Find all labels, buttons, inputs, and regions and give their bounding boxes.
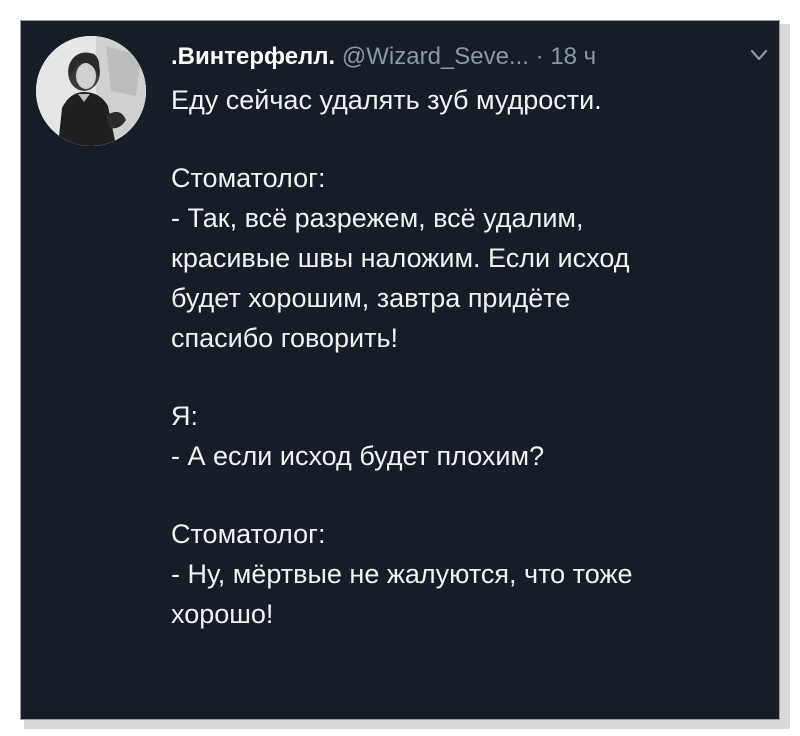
user-avatar-icon <box>36 36 146 146</box>
image-frame: .Винтерфелл. @Wizard_Seve... · 18 ч Еду … <box>0 0 800 736</box>
text-line: Стоматолог: <box>171 163 326 193</box>
text-line: - Ну, мёртвые не жалуются, что тоже <box>171 559 633 589</box>
text-line: Я: <box>171 401 198 431</box>
text-line: Стоматолог: <box>171 519 326 549</box>
text-line: спасибо говорить! <box>171 323 399 353</box>
text-line: красивые швы наложим. Если исход <box>171 243 630 273</box>
text-line: - Так, всё разрежем, всё удалим, <box>171 203 584 233</box>
text-line: хорошо! <box>171 599 274 629</box>
text-line: - А если исход будет плохим? <box>171 441 545 471</box>
author-name[interactable]: .Винтерфелл. <box>171 43 335 70</box>
text-line: Еду сейчас удалять зуб мудрости. <box>171 85 602 115</box>
avatar[interactable] <box>36 36 146 146</box>
timestamp[interactable]: 18 ч <box>550 43 596 70</box>
tweet-text: Еду сейчас удалять зуб мудрости. Стомато… <box>171 80 761 634</box>
tweet-header: .Винтерфелл. @Wizard_Seve... · 18 ч <box>171 42 596 72</box>
separator-dot: · <box>535 43 544 70</box>
chevron-down-icon[interactable] <box>748 44 770 66</box>
author-handle[interactable]: @Wizard_Seve... <box>342 43 529 70</box>
text-line: будет хорошим, завтра придёте <box>171 283 571 313</box>
